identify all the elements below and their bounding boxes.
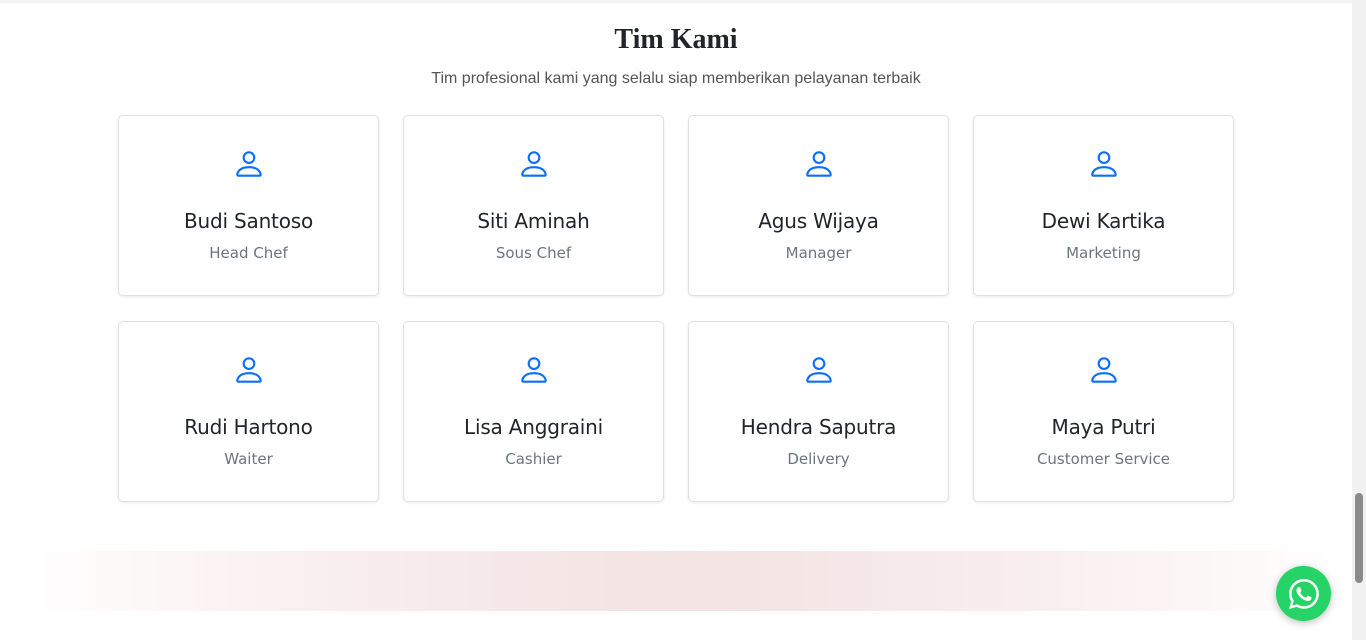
person-icon [1090,151,1117,177]
whatsapp-button[interactable] [1276,566,1331,621]
member-role: Manager [785,244,852,262]
person-icon [520,357,547,383]
team-card: Hendra Saputra Delivery [688,321,949,502]
member-role: Waiter [224,450,273,468]
team-card: Dewi Kartika Marketing [973,115,1234,296]
top-divider [0,0,1352,3]
member-role: Delivery [787,450,850,468]
member-name: Rudi Hartono [184,415,313,439]
team-card: Budi Santoso Head Chef [118,115,379,296]
team-card: Agus Wijaya Manager [688,115,949,296]
person-icon [805,357,832,383]
section-subtitle: Tim profesional kami yang selalu siap me… [431,70,921,87]
page: Tim Kami Tim profesional kami yang selal… [0,0,1366,640]
person-icon [235,151,262,177]
section-title: Tim Kami [614,24,738,55]
member-role: Cashier [505,450,562,468]
member-name: Maya Putri [1051,415,1156,439]
member-role: Customer Service [1036,450,1171,468]
person-icon [805,151,832,177]
member-name: Lisa Anggraini [464,415,603,439]
person-icon [520,151,547,177]
member-name: Agus Wijaya [758,209,879,233]
scrollbar-thumb[interactable] [1355,493,1363,583]
member-name: Budi Santoso [184,209,313,233]
whatsapp-icon [1288,578,1319,609]
team-card: Siti Aminah Sous Chef [403,115,664,296]
member-name: Hendra Saputra [740,415,897,439]
vertical-scrollbar[interactable] [1352,0,1366,640]
member-role: Head Chef [209,244,288,262]
team-grid: Budi Santoso Head Chef Siti Aminah Sous … [118,115,1234,502]
member-name: Dewi Kartika [1041,209,1166,233]
member-role: Sous Chef [495,244,572,262]
footer-gradient-band [14,551,1352,611]
person-icon [235,357,262,383]
member-name: Siti Aminah [477,209,590,233]
team-card: Rudi Hartono Waiter [118,321,379,502]
team-card: Maya Putri Customer Service [973,321,1234,502]
member-role: Marketing [1066,244,1141,262]
team-card: Lisa Anggraini Cashier [403,321,664,502]
person-icon [1090,357,1117,383]
